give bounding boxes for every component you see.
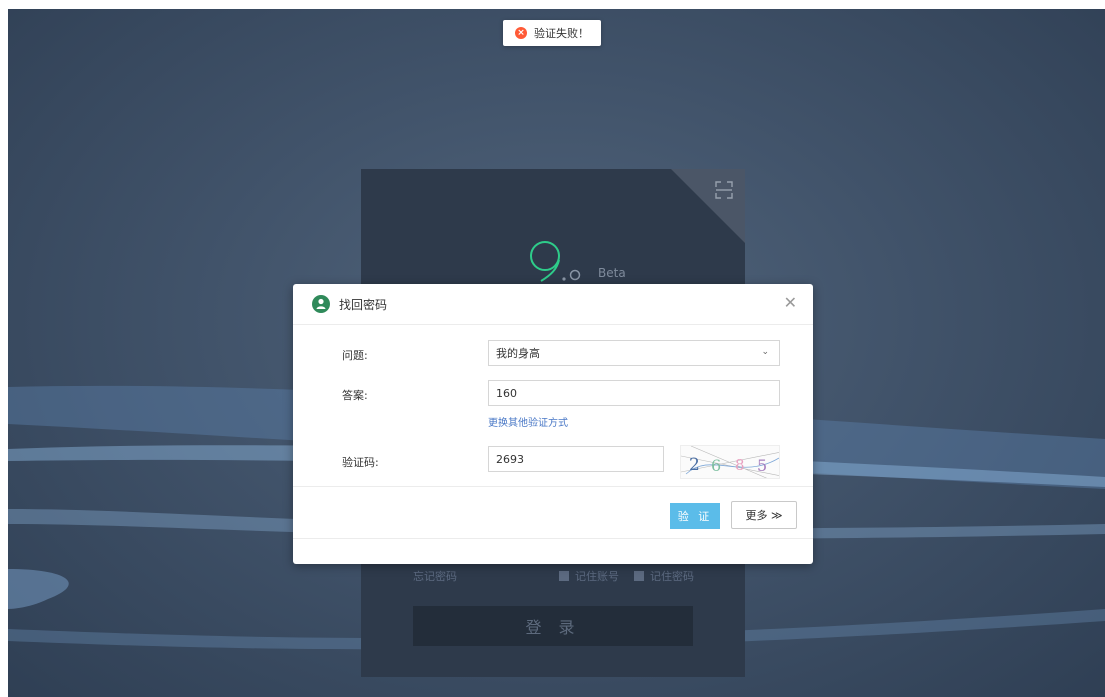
dialog-header: 找回密码 ✕ — [293, 284, 813, 325]
answer-input[interactable]: 160 — [488, 380, 780, 406]
remember-account-label: 记住账号 — [575, 570, 619, 583]
question-select[interactable]: 我的身高 ⌄ — [488, 340, 780, 366]
bottom-divider — [293, 538, 813, 539]
error-toast: × 验证失败！ — [503, 20, 601, 46]
logo-beta-label: Beta — [598, 266, 626, 280]
answer-label: 答案: — [342, 389, 368, 402]
app-logo — [530, 241, 581, 282]
footer-divider — [293, 486, 813, 487]
remember-account-checkbox[interactable]: 记住账号 — [559, 568, 619, 584]
qr-corner[interactable] — [671, 169, 745, 243]
toast-text: 验证失败！ — [534, 27, 589, 40]
svg-text:8: 8 — [735, 456, 745, 474]
error-icon: × — [515, 27, 527, 39]
svg-text:5: 5 — [757, 456, 767, 475]
recover-password-dialog: 找回密码 ✕ 问题: 我的身高 ⌄ 答案: 160 更换其他验证方式 验证码: … — [293, 284, 813, 564]
question-label: 问题: — [342, 349, 368, 362]
verify-button[interactable]: 验 证 — [670, 503, 720, 529]
change-verification-method-link[interactable]: 更换其他验证方式 — [488, 414, 568, 429]
dialog-title: 找回密码 — [339, 297, 388, 312]
question-selected-value: 我的身高 — [496, 347, 540, 360]
user-icon — [312, 295, 330, 313]
svg-text:6: 6 — [711, 456, 721, 475]
remember-password-label: 记住密码 — [650, 570, 694, 583]
captcha-label: 验证码: — [342, 456, 379, 469]
remember-password-checkbox[interactable]: 记住密码 — [634, 568, 694, 584]
forget-password-link[interactable]: 忘记密码 — [413, 568, 457, 584]
qr-code-icon[interactable] — [715, 181, 733, 199]
checkbox-box[interactable] — [559, 571, 569, 581]
chevron-down-icon: ⌄ — [761, 347, 769, 357]
svg-text:2: 2 — [689, 455, 700, 475]
captcha-image[interactable]: 2 6 8 5 — [680, 445, 780, 479]
login-button[interactable]: 登 录 — [413, 606, 693, 646]
more-button[interactable]: 更多 ≫ — [731, 501, 797, 529]
checkbox-box[interactable] — [634, 571, 644, 581]
close-icon[interactable]: ✕ — [784, 295, 797, 311]
captcha-input[interactable]: 2693 — [488, 446, 664, 472]
